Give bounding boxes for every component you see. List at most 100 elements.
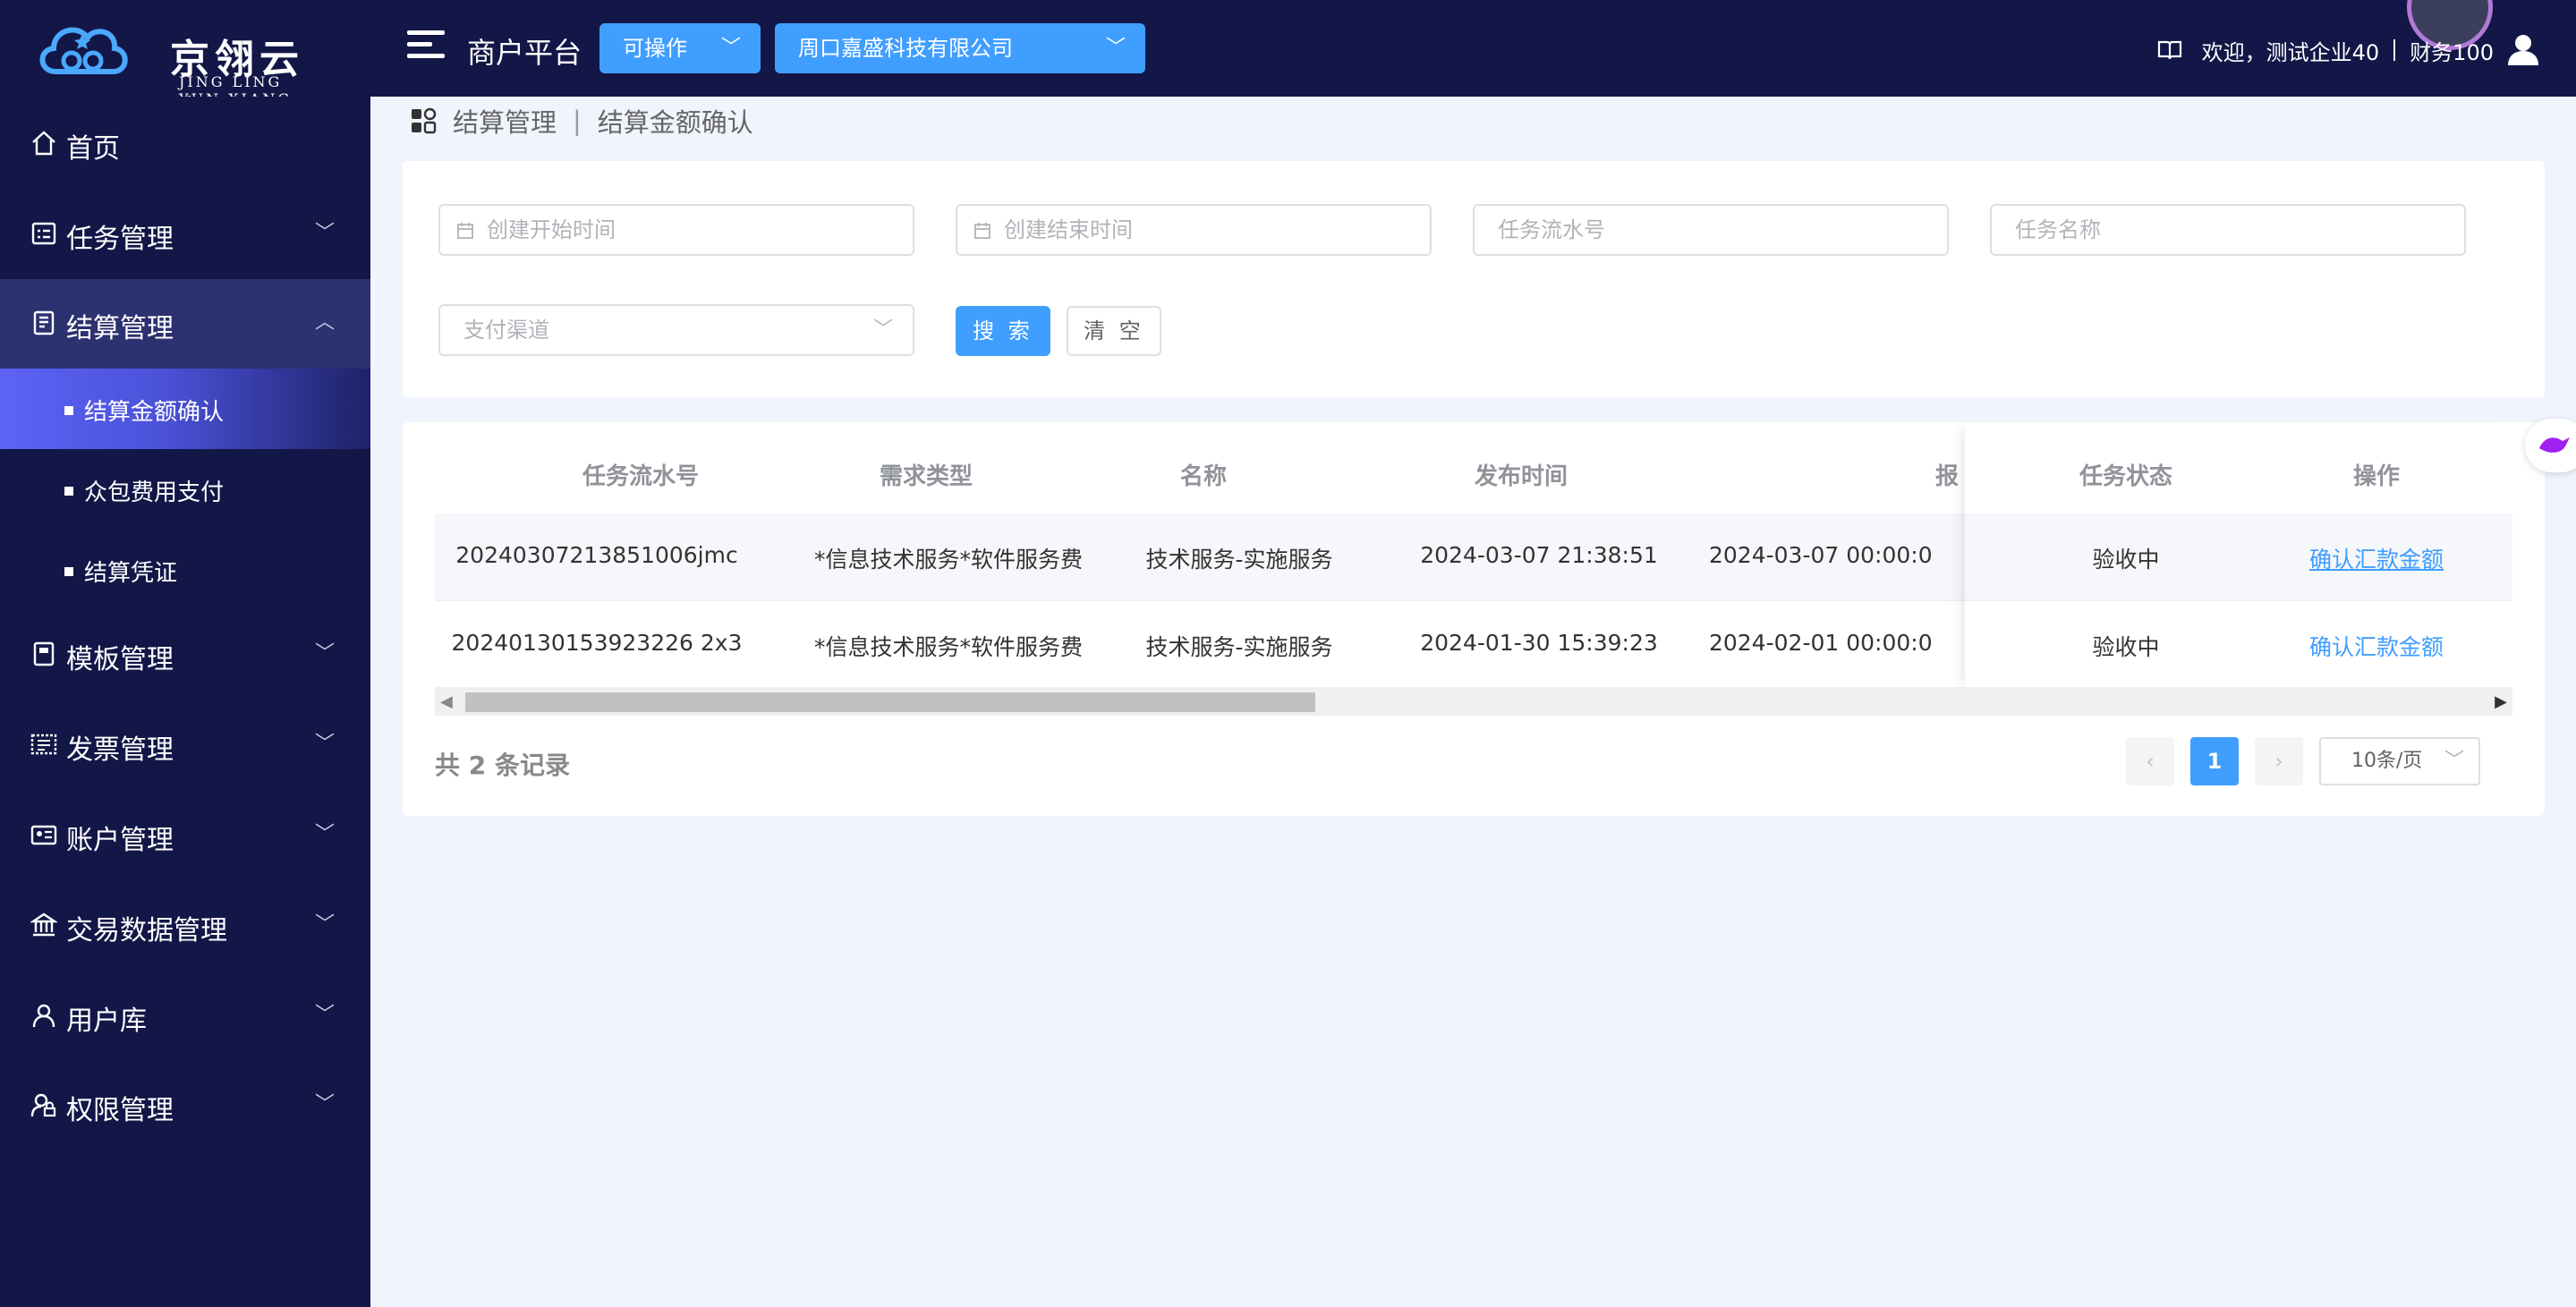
cell-serial: 20240307213851006jmc — [455, 542, 738, 568]
serial-input[interactable]: 任务流水号 — [1473, 204, 1949, 256]
sidebar-item-user-library[interactable]: 用户库 ﹀ — [0, 972, 370, 1061]
scroll-left-icon[interactable]: ◀ — [440, 692, 453, 711]
calendar-icon — [974, 223, 990, 239]
grid-icon — [412, 107, 437, 134]
floating-helper-button[interactable] — [2525, 419, 2576, 472]
cell-status: 验收中 — [2092, 547, 2160, 573]
sidebar-item-templates[interactable]: 模板管理 ﹀ — [0, 610, 370, 700]
cell-name: 技术服务-实施服务 — [1145, 634, 1333, 660]
user-icon — [32, 1004, 55, 1028]
sidebar-item-label: 模板管理 — [66, 644, 174, 675]
task-name-input[interactable]: 任务名称 — [1990, 204, 2466, 256]
confirm-amount-link[interactable]: 确认汇款金额 — [2269, 630, 2484, 662]
sidebar-item-home[interactable]: 首页 — [0, 99, 370, 189]
sidebar-item-tasks[interactable]: 任务管理 ﹀ — [0, 190, 370, 279]
status-select-value: 可操作 — [623, 36, 687, 61]
sidebar-subitem-amount-confirm[interactable]: 结算金额确认 — [0, 369, 370, 449]
page-number-button[interactable]: 1 — [2190, 737, 2239, 785]
cell-name: 技术服务-实施服务 — [1145, 547, 1333, 573]
user-icon[interactable] — [2506, 33, 2540, 67]
breadcrumb-parent[interactable]: 结算管理 — [453, 102, 557, 140]
page-size-value: 10条/页 — [2351, 750, 2423, 772]
fixed-right-columns: 任务状态 操作 验收中 确认汇款金额 验收中 确认汇款金额 — [1965, 422, 2512, 691]
bank-icon — [30, 912, 57, 937]
sidebar-item-label: 结算管理 — [66, 313, 174, 344]
task-name-placeholder: 任务名称 — [2015, 217, 2101, 242]
scroll-thumb[interactable] — [465, 692, 1315, 712]
cell-report-time: 2024-03-07 00:00:0 — [1709, 542, 1933, 568]
cell-publish-time: 2024-03-07 21:38:51 — [1420, 542, 1658, 568]
horizontal-scrollbar[interactable]: ◀ ▶ — [435, 689, 2512, 716]
sidebar-subitem-crowd-payment[interactable]: 众包费用支付 — [0, 449, 370, 530]
chevron-down-icon: ﹀ — [314, 733, 335, 755]
invoice-icon — [30, 734, 57, 755]
sidebar-item-label: 用户库 — [66, 1006, 147, 1037]
total-count: 共 2 条记录 — [435, 751, 570, 780]
permission-icon — [30, 1093, 56, 1117]
pay-channel-placeholder: 支付渠道 — [463, 318, 549, 343]
status-select[interactable]: 可操作 ﹀ — [599, 23, 761, 73]
home-icon — [32, 131, 55, 156]
fixed-row: 验收中 确认汇款金额 — [1965, 601, 2512, 687]
chevron-down-icon: ﹀ — [314, 913, 335, 936]
chevron-down-icon: ﹀ — [314, 1004, 335, 1026]
cell-publish-time: 2024-01-30 15:39:23 — [1420, 630, 1658, 656]
sidebar-item-label: 交易数据管理 — [66, 915, 227, 946]
sidebar-item-label: 任务管理 — [66, 224, 174, 255]
sidebar-subitem-voucher[interactable]: 结算凭证 — [0, 530, 370, 610]
chevron-down-icon: ﹀ — [1105, 37, 1126, 59]
table-panel: 任务流水号 需求类型 名称 发布时间 报 20240307213851006jm… — [403, 422, 2545, 816]
user-name[interactable]: 财务100 — [2410, 35, 2494, 66]
breadcrumb: 结算管理 | 结算金额确认 — [410, 102, 753, 140]
sidebar-item-invoices[interactable]: 发票管理 ﹀ — [0, 700, 370, 790]
bird-icon — [2539, 437, 2570, 453]
sidebar-item-accounts[interactable]: 账户管理 ﹀ — [0, 791, 370, 880]
chevron-down-icon: ﹀ — [872, 318, 893, 341]
cell-type: *信息技术服务*软件服务费 — [813, 547, 1083, 573]
sidebar-item-trade-data[interactable]: 交易数据管理 ﹀ — [0, 881, 370, 971]
menu-toggle-icon[interactable] — [407, 30, 445, 64]
chevron-left-icon: ‹ — [2146, 749, 2155, 774]
column-header-name: 名称 — [1179, 463, 1227, 490]
column-header-publish-time: 发布时间 — [1474, 463, 1568, 490]
pay-channel-select[interactable]: 支付渠道 ﹀ — [438, 304, 914, 356]
brand-logo[interactable]: 京翎云享 JING LING YUN XIANG — [36, 13, 331, 140]
chevron-down-icon: ﹀ — [2444, 750, 2464, 772]
confirm-amount-link[interactable]: 确认汇款金额 — [2269, 542, 2484, 574]
chevron-up-icon: ︿ — [314, 311, 335, 334]
welcome-text: 欢迎，测试企业40 — [2201, 39, 2380, 65]
column-header-action: 操作 — [2352, 463, 2400, 490]
end-time-input[interactable]: 创建结束时间 — [956, 204, 1432, 256]
next-page-button[interactable]: › — [2255, 737, 2303, 785]
sidebar-item-label: 发票管理 — [66, 734, 174, 766]
chevron-down-icon: ﹀ — [314, 823, 335, 845]
cell-serial: 20240130153923226 2x3 — [451, 630, 743, 656]
sidebar-subitem-label: 结算凭证 — [84, 560, 178, 587]
company-select[interactable]: 周口嘉盛科技有限公司 ﹀ — [775, 23, 1145, 73]
cloud-logo-icon — [39, 27, 128, 74]
sidebar-subitem-label: 众包费用支付 — [84, 480, 225, 506]
scroll-right-icon[interactable]: ▶ — [2495, 692, 2507, 711]
chevron-right-icon: › — [2274, 749, 2283, 774]
sidebar-item-label: 首页 — [66, 133, 120, 165]
column-header-report: 报 — [1934, 463, 1959, 490]
platform-title: 商户平台 — [467, 36, 582, 70]
cell-type: *信息技术服务*软件服务费 — [813, 634, 1083, 660]
search-button[interactable]: 搜 索 — [956, 306, 1050, 356]
clear-button[interactable]: 清 空 — [1067, 306, 1161, 356]
book-icon[interactable] — [2157, 39, 2182, 61]
start-time-input[interactable]: 创建开始时间 — [438, 204, 914, 256]
column-header-type: 需求类型 — [879, 463, 973, 490]
column-header-status: 任务状态 — [2079, 463, 2172, 490]
breadcrumb-separator: | — [573, 106, 582, 136]
cell-status: 验收中 — [2092, 634, 2160, 660]
sidebar-subitem-label: 结算金额确认 — [84, 399, 225, 426]
prev-page-button[interactable]: ‹ — [2126, 737, 2174, 785]
template-icon — [33, 641, 55, 666]
chevron-down-icon: ﹀ — [720, 37, 741, 59]
page-size-select[interactable]: 10条/页 ﹀ — [2319, 737, 2480, 785]
chevron-down-icon: ﹀ — [314, 222, 335, 244]
sidebar-item-settlement[interactable]: 结算管理 ︿ — [0, 279, 370, 369]
start-time-placeholder: 创建开始时间 — [487, 217, 616, 242]
sidebar-item-permissions[interactable]: 权限管理 ﹀ — [0, 1061, 370, 1150]
